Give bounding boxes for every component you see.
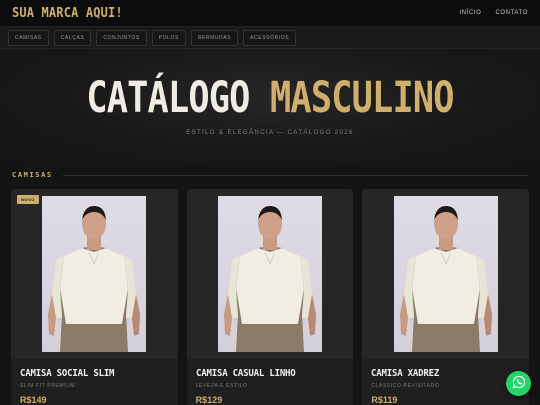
product-price: R$129 xyxy=(195,395,223,405)
category-camisas-button[interactable]: CAMISAS xyxy=(8,29,49,46)
hero-subtitle: ESTILO & ELEGÂNCIA — CATÁLOGO 2026 xyxy=(186,130,354,136)
product-photo xyxy=(42,196,147,352)
product-card[interactable]: CAMISA XADREZ CLÁSSICO REVISITADO R$119 xyxy=(362,189,530,405)
category-acessorios-button[interactable]: ACESSÓRIOS xyxy=(243,29,297,46)
product-subtitle: LEVEZA E ESTILO xyxy=(195,383,248,389)
category-polos-button[interactable]: POLOS xyxy=(151,29,186,46)
category-conjuntos-button[interactable]: CONJUNTOS xyxy=(96,29,147,46)
product-name: CAMISA XADREZ xyxy=(371,368,440,379)
hero-title-part1: CATÁLOGO xyxy=(86,73,250,123)
category-calcas-button[interactable]: CALÇAS xyxy=(53,29,92,46)
product-subtitle: CLÁSSICO REVISITADO xyxy=(371,383,440,389)
hero-title: CATÁLOGO MASCULINO xyxy=(86,73,454,123)
section-divider xyxy=(62,174,528,176)
hero-banner: CATÁLOGO MASCULINO ESTILO & ELEGÂNCIA — … xyxy=(0,49,540,167)
category-bermudas-button[interactable]: BERMUDAS xyxy=(190,29,239,46)
brand-logo[interactable]: SUA MARCA AQUI! xyxy=(12,6,123,21)
section-header: CAMISAS xyxy=(0,167,540,183)
nav-contato-link[interactable]: CONTATO xyxy=(495,10,528,16)
product-media xyxy=(11,189,178,359)
new-badge: NOVO xyxy=(17,195,39,204)
product-name: CAMISA CASUAL LINHO xyxy=(195,368,296,379)
product-media xyxy=(362,189,530,359)
product-card[interactable]: CAMISA CASUAL LINHO LEVEZA E ESTILO R$12… xyxy=(186,189,354,405)
product-photo xyxy=(218,196,322,352)
product-grid: NOVO CAMISA SOCIAL SLIM SLIM FIT PREMIUM… xyxy=(0,183,540,405)
product-price: R$119 xyxy=(371,395,398,405)
product-photo xyxy=(393,196,498,352)
product-name: CAMISA SOCIAL SLIM xyxy=(20,368,115,379)
whatsapp-icon xyxy=(512,374,526,393)
hero-title-part2: MASCULINO xyxy=(270,73,454,123)
product-subtitle: SLIM FIT PREMIUM xyxy=(20,383,76,389)
top-nav: INÍCIO CONTATO xyxy=(460,10,528,16)
category-bar: CAMISAS CALÇAS CONJUNTOS POLOS BERMUDAS … xyxy=(0,27,540,49)
product-media xyxy=(186,189,354,359)
whatsapp-button[interactable] xyxy=(506,371,531,396)
top-bar: SUA MARCA AQUI! INÍCIO CONTATO xyxy=(0,0,540,27)
product-card[interactable]: NOVO CAMISA SOCIAL SLIM SLIM FIT PREMIUM… xyxy=(11,189,178,405)
section-title: CAMISAS xyxy=(12,171,53,179)
nav-inicio-link[interactable]: INÍCIO xyxy=(460,10,482,16)
product-price: R$149 xyxy=(20,395,47,405)
